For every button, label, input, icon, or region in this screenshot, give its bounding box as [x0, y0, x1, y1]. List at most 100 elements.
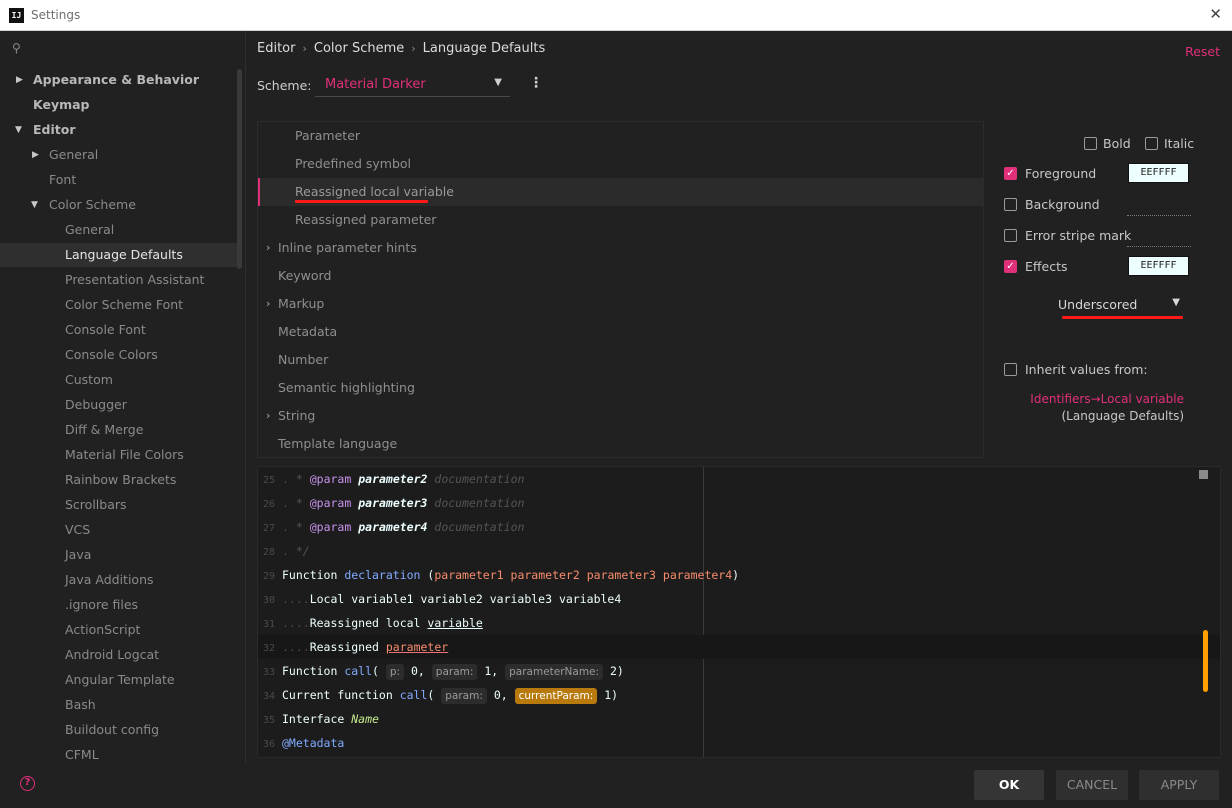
code-line: 27. * @param parameter4 documentation — [258, 515, 1220, 539]
sidebar-item-java-additions[interactable]: Java Additions — [0, 568, 240, 592]
line-number: 31 — [263, 619, 276, 630]
attr-item-reassigned-parameter[interactable]: Reassigned parameter — [258, 206, 983, 234]
sidebar-item-label: Appearance & Behavior — [33, 72, 199, 87]
line-number: 29 — [263, 571, 276, 582]
attr-item-label: Template language — [278, 436, 398, 451]
sidebar-scrollbar[interactable] — [237, 69, 242, 269]
line-number: 25 — [263, 475, 276, 486]
effects-checkbox[interactable]: ✓ — [1004, 260, 1017, 273]
inherit-checkbox[interactable] — [1004, 363, 1017, 376]
breadcrumb: Editor › Color Scheme › Language Defaults — [257, 41, 545, 56]
line-number: 34 — [263, 691, 276, 702]
code-line: 31 ....Reassigned local variable — [258, 611, 1220, 635]
sidebar-item-color-scheme[interactable]: ▼ Color Scheme — [0, 193, 240, 217]
more-options-icon[interactable]: ⋮ — [529, 75, 543, 91]
attr-item-label: Markup — [278, 296, 325, 311]
code-line: 36 @Metadata — [258, 731, 1220, 755]
attr-item-markup[interactable]: › Markup — [258, 290, 983, 318]
error-stripe-checkbox[interactable] — [1004, 229, 1017, 242]
background-checkbox[interactable] — [1004, 198, 1017, 211]
sidebar-item-debugger[interactable]: Debugger — [0, 393, 240, 417]
error-stripe-color-empty[interactable] — [1127, 246, 1191, 247]
attr-item-parameter[interactable]: Parameter — [258, 122, 983, 150]
background-label: Background — [1025, 197, 1100, 212]
close-icon[interactable]: ✕ — [1209, 5, 1222, 23]
attr-item-semantic-highlighting[interactable]: Semantic highlighting — [258, 374, 983, 402]
sidebar-item-color-scheme-font[interactable]: Color Scheme Font — [0, 293, 240, 317]
search-icon[interactable]: ⚲ — [12, 41, 21, 55]
sidebar-item-label: Material File Colors — [65, 447, 184, 462]
sidebar-item-label: Bash — [65, 697, 96, 712]
scheme-dropdown[interactable]: Material Darker ▼ — [315, 71, 510, 97]
sidebar-item-rainbow-brackets[interactable]: Rainbow Brackets — [0, 468, 240, 492]
scheme-value: Material Darker — [325, 77, 426, 92]
attr-item-string[interactable]: › String — [258, 402, 983, 430]
code-line-current: 32 ....Reassigned parameter — [258, 635, 1220, 659]
sidebar-item-font[interactable]: Font — [0, 168, 240, 192]
attr-item-template-language[interactable]: Template language — [258, 430, 983, 457]
sidebar-item-general[interactable]: ▶ General — [0, 143, 240, 167]
sidebar-item-material-file-colors[interactable]: Material File Colors — [0, 443, 240, 467]
attr-item-number[interactable]: Number — [258, 346, 983, 374]
sidebar-item-cs-general[interactable]: General — [0, 218, 240, 242]
line-number: 28 — [263, 547, 276, 558]
attr-item-keyword[interactable]: Keyword — [258, 262, 983, 290]
italic-checkbox[interactable] — [1145, 137, 1158, 150]
sidebar-item-editor[interactable]: ▼ Editor — [0, 118, 240, 142]
ok-button[interactable]: OK — [974, 770, 1044, 800]
code-preview[interactable]: 25. * @param parameter2 documentation 26… — [257, 466, 1221, 758]
sidebar-item-label: Java Additions — [65, 572, 154, 587]
effects-color-swatch[interactable]: EEFFFF — [1128, 256, 1189, 276]
effects-label: Effects — [1025, 259, 1068, 274]
editor-scrollbar[interactable] — [1203, 630, 1208, 692]
sidebar-item-appearance[interactable]: ▶ Appearance & Behavior — [0, 68, 240, 92]
sidebar-item-label: Android Logcat — [65, 647, 160, 662]
inherit-link[interactable]: Identifiers→Local variable — [1030, 392, 1184, 406]
attr-item-metadata[interactable]: Metadata — [258, 318, 983, 346]
sidebar-item-custom[interactable]: Custom — [0, 368, 240, 392]
attr-item-label: Inline parameter hints — [278, 240, 417, 255]
sidebar-item-scrollbars[interactable]: Scrollbars — [0, 493, 240, 517]
sidebar-item-bash[interactable]: Bash — [0, 693, 240, 717]
line-number: 26 — [263, 499, 276, 510]
bold-checkbox[interactable] — [1084, 137, 1097, 150]
help-icon[interactable]: ? — [20, 776, 35, 791]
sidebar-item-presentation-assistant[interactable]: Presentation Assistant — [0, 268, 240, 292]
sidebar-item-vcs[interactable]: VCS — [0, 518, 240, 542]
sidebar-item-diff-merge[interactable]: Diff & Merge — [0, 418, 240, 442]
sidebar-item-actionscript[interactable]: ActionScript — [0, 618, 240, 642]
attr-item-predefined-symbol[interactable]: Predefined symbol — [258, 150, 983, 178]
cancel-button[interactable]: CANCEL — [1056, 770, 1128, 800]
breadcrumb-item[interactable]: Editor — [257, 41, 295, 56]
effect-type-value: Underscored — [1058, 297, 1138, 312]
sidebar-item-buildout-config[interactable]: Buildout config — [0, 718, 240, 742]
code-line: 35 Interface Name — [258, 707, 1220, 731]
dialog-footer: ? OK CANCEL APPLY — [0, 763, 1232, 808]
sidebar-item-console-colors[interactable]: Console Colors — [0, 343, 240, 367]
reset-link[interactable]: Reset — [1185, 44, 1220, 59]
attr-item-inline-parameter-hints[interactable]: › Inline parameter hints — [258, 234, 983, 262]
breadcrumb-item[interactable]: Color Scheme — [314, 41, 404, 56]
sidebar-item-angular-template[interactable]: Angular Template — [0, 668, 240, 692]
current-parameter-hint: currentParam: — [514, 688, 598, 704]
sidebar-item-label: Color Scheme Font — [65, 297, 184, 312]
chevron-right-icon: › — [266, 409, 271, 422]
sidebar-item-label: .ignore files — [65, 597, 139, 612]
sidebar-item-language-defaults[interactable]: Language Defaults — [0, 243, 240, 267]
attr-item-label: Predefined symbol — [295, 156, 412, 171]
foreground-color-swatch[interactable]: EEFFFF — [1128, 163, 1189, 183]
sidebar-item-android-logcat[interactable]: Android Logcat — [0, 643, 240, 667]
foreground-checkbox[interactable]: ✓ — [1004, 167, 1017, 180]
sidebar-item-console-font[interactable]: Console Font — [0, 318, 240, 342]
effect-type-dropdown[interactable]: Underscored ▼ — [1058, 293, 1180, 317]
sidebar-item-label: ActionScript — [65, 622, 141, 637]
sidebar-item-ignore-files[interactable]: .ignore files — [0, 593, 240, 617]
apply-button[interactable]: APPLY — [1139, 770, 1219, 800]
background-color-empty[interactable] — [1127, 215, 1191, 216]
attr-item-label: Semantic highlighting — [278, 380, 415, 395]
sidebar-item-java[interactable]: Java — [0, 543, 240, 567]
main-panel: Editor › Color Scheme › Language Defaults Re… — [247, 31, 1232, 763]
sidebar-item-keymap[interactable]: Keymap — [0, 93, 240, 117]
parameter-hint: param: — [441, 688, 487, 704]
code-line: 25. * @param parameter2 documentation — [258, 467, 1220, 491]
